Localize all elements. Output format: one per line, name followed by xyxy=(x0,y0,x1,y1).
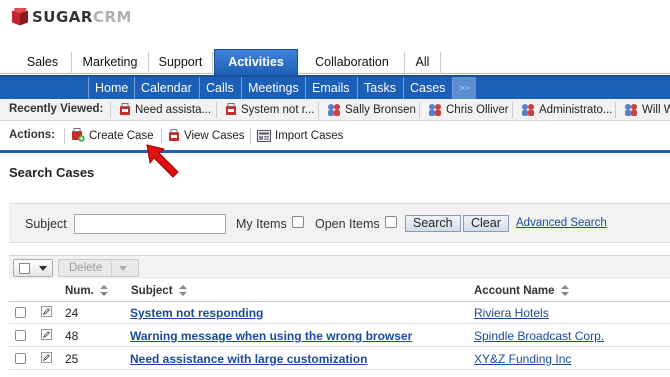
case-number: 48 xyxy=(65,329,79,343)
clear-button[interactable]: Clear xyxy=(463,215,509,232)
subnav-cases[interactable]: Cases xyxy=(403,77,451,99)
contact-icon xyxy=(429,104,441,116)
search-panel: Subject My Items Open Items Search Clear… xyxy=(9,203,670,243)
subnav-meetings[interactable]: Meetings xyxy=(241,77,305,99)
sugarcrm-logo[interactable]: SUGARCRM xyxy=(12,6,132,28)
account-name-link[interactable]: XY&Z Funding Inc xyxy=(474,352,571,366)
open-items-label: Open Items xyxy=(315,217,380,231)
subject-input[interactable] xyxy=(74,214,226,234)
red-arrow-icon xyxy=(146,144,179,178)
edit-pencil-icon[interactable] xyxy=(41,306,52,317)
case-icon xyxy=(120,103,130,115)
list-toolbar: Delete xyxy=(9,255,670,279)
case-icon xyxy=(226,103,236,115)
actions-divider xyxy=(0,150,670,153)
column-header-num[interactable]: Num. xyxy=(65,285,108,297)
contact-icon xyxy=(328,104,340,116)
logo-cube-icon xyxy=(12,8,28,26)
contact-icon xyxy=(625,104,637,116)
top-tab-bar: Sales Marketing Support Activities Colla… xyxy=(0,49,670,75)
recent-item[interactable]: Administrato... xyxy=(512,102,613,118)
actions-bar: Actions: Create Case View Cases Import C… xyxy=(0,125,670,147)
open-items-checkbox[interactable] xyxy=(385,216,397,228)
my-items-label: My Items xyxy=(236,217,287,231)
sort-icon xyxy=(560,285,569,296)
select-all-checkbox[interactable] xyxy=(19,263,30,274)
create-case-link[interactable]: Create Case xyxy=(64,128,154,144)
tab-marketing[interactable]: Marketing xyxy=(72,52,149,74)
case-subject-link[interactable]: System not responding xyxy=(130,306,263,320)
delete-button-divider xyxy=(111,262,112,275)
table-row: 24 System not responding Riviera Hotels xyxy=(9,302,670,324)
edit-pencil-icon[interactable] xyxy=(41,352,52,363)
contact-icon xyxy=(522,104,534,116)
edit-pencil-icon[interactable] xyxy=(41,329,52,340)
case-number: 24 xyxy=(65,306,79,320)
row-checkbox[interactable] xyxy=(15,330,26,341)
actions-label: Actions: xyxy=(9,129,55,141)
recent-item[interactable]: Sally Bronsen xyxy=(318,102,416,118)
advanced-search-link[interactable]: Advanced Search xyxy=(516,217,607,229)
search-button[interactable]: Search xyxy=(405,215,461,232)
subnav-calls[interactable]: Calls xyxy=(199,77,240,99)
account-name-link[interactable]: Spindle Broadcast Corp. xyxy=(474,329,604,343)
create-case-icon xyxy=(72,128,85,142)
tab-sales[interactable]: Sales xyxy=(14,52,72,74)
row-checkbox[interactable] xyxy=(15,307,26,318)
import-cases-link[interactable]: Import Cases xyxy=(250,128,343,144)
chevron-down-icon xyxy=(39,266,47,271)
case-number: 25 xyxy=(65,352,79,366)
account-name-link[interactable]: Riviera Hotels xyxy=(474,306,549,320)
table-row: 48 Warning message when using the wrong … xyxy=(9,325,670,347)
table-row: 25 Need assistance with large customizat… xyxy=(9,348,670,370)
column-header-account[interactable]: Account Name xyxy=(474,285,569,297)
recently-viewed-label: Recently Viewed: xyxy=(9,103,104,115)
sort-icon xyxy=(99,285,108,296)
table-header: Num. Subject Account Name xyxy=(9,282,670,302)
import-icon xyxy=(257,130,271,142)
recent-item[interactable]: Need assista... xyxy=(110,102,211,118)
subnav-calendar[interactable]: Calendar xyxy=(134,77,198,99)
row-checkbox[interactable] xyxy=(15,353,26,364)
subnav-emails[interactable]: Emails xyxy=(305,77,356,99)
subject-label: Subject xyxy=(25,217,67,231)
module-subnav: Home Calendar Calls Meetings Emails Task… xyxy=(0,75,670,99)
subnav-tasks[interactable]: Tasks xyxy=(357,77,402,99)
subnav-more[interactable]: >> xyxy=(452,77,476,99)
select-all-dropdown[interactable] xyxy=(13,259,53,277)
tab-all[interactable]: All xyxy=(405,52,441,74)
case-subject-link[interactable]: Need assistance with large customization xyxy=(130,352,367,366)
case-subject-link[interactable]: Warning message when using the wrong bro… xyxy=(130,329,412,343)
page-title: Search Cases xyxy=(9,165,95,180)
tab-support[interactable]: Support xyxy=(149,52,213,74)
column-header-subject[interactable]: Subject xyxy=(131,285,187,297)
recent-item[interactable]: Will W xyxy=(615,102,670,118)
tab-activities[interactable]: Activities xyxy=(214,49,298,75)
subnav-home[interactable]: Home xyxy=(88,77,134,99)
tab-collaboration[interactable]: Collaboration xyxy=(300,52,405,74)
my-items-checkbox[interactable] xyxy=(292,216,304,228)
sort-icon xyxy=(178,285,187,296)
recently-viewed-bar: Recently Viewed: Need assista... System … xyxy=(0,99,670,121)
delete-button[interactable]: Delete xyxy=(58,259,139,277)
chevron-down-icon xyxy=(119,266,127,271)
recent-item[interactable]: System not r... xyxy=(216,102,315,118)
recent-item[interactable]: Chris Olliver xyxy=(419,102,509,118)
logo-text: SUGARCRM xyxy=(32,8,132,26)
